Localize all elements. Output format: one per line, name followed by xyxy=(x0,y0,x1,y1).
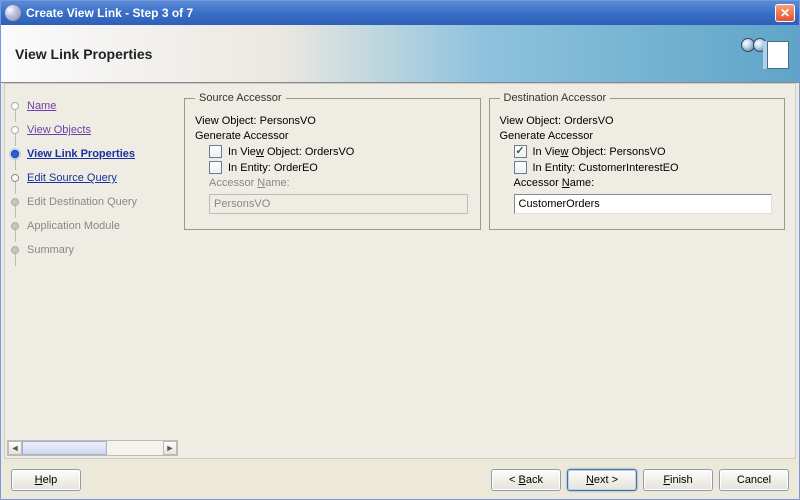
nav-scrollbar[interactable]: ◄ ► xyxy=(7,440,178,456)
titlebar[interactable]: Create View Link - Step 3 of 7 ✕ xyxy=(1,1,799,25)
checkbox-unchecked-icon[interactable] xyxy=(514,161,527,174)
close-icon: ✕ xyxy=(780,6,790,20)
finish-button[interactable]: Finish xyxy=(643,469,713,491)
source-accessor-group: Source Accessor View Object: PersonsVO G… xyxy=(184,92,481,230)
wizard-window: Create View Link - Step 3 of 7 ✕ View Li… xyxy=(0,0,800,500)
source-generate-label: Generate Accessor xyxy=(195,130,470,142)
close-button[interactable]: ✕ xyxy=(775,4,795,22)
destination-in-entity-row[interactable]: In Entity: CustomerInterestEO xyxy=(514,161,775,174)
scroll-thumb[interactable] xyxy=(22,441,107,455)
source-accessor-name-input xyxy=(209,194,468,214)
help-button[interactable]: Help xyxy=(11,469,81,491)
destination-in-view-object-row[interactable]: ✓ In View Object: PersonsVO xyxy=(514,145,775,158)
destination-accessor-name-label: Accessor Name: xyxy=(514,177,775,189)
footer: Help < Back Next > Finish Cancel xyxy=(1,461,799,499)
source-view-object-label: View Object: PersonsVO xyxy=(195,115,470,127)
main-panel: Source Accessor View Object: PersonsVO G… xyxy=(180,84,795,458)
checkbox-unchecked-icon[interactable] xyxy=(209,145,222,158)
scroll-track[interactable] xyxy=(22,441,163,455)
window-title: Create View Link - Step 3 of 7 xyxy=(26,6,193,20)
header-band: View Link Properties xyxy=(1,25,799,83)
back-button[interactable]: < Back xyxy=(491,469,561,491)
step-edit-source-query[interactable]: Edit Source Query xyxy=(11,166,174,190)
cancel-button[interactable]: Cancel xyxy=(719,469,789,491)
step-dot-icon xyxy=(11,174,19,182)
source-in-entity-label: In Entity: OrderEO xyxy=(228,162,318,174)
scroll-left-icon[interactable]: ◄ xyxy=(8,441,22,455)
source-legend: Source Accessor xyxy=(195,92,286,104)
source-in-entity-row[interactable]: In Entity: OrderEO xyxy=(209,161,470,174)
destination-in-view-object-label: In View Object: PersonsVO xyxy=(533,146,666,158)
step-dot-icon xyxy=(11,222,19,230)
step-summary: Summary xyxy=(11,238,174,262)
step-name[interactable]: Name xyxy=(11,94,174,118)
source-in-view-object-row[interactable]: In View Object: OrdersVO xyxy=(209,145,470,158)
source-accessor-name-label: Accessor Name: xyxy=(209,177,470,189)
header-graphic xyxy=(729,31,789,75)
step-view-link-properties[interactable]: View Link Properties xyxy=(11,142,174,166)
app-icon xyxy=(5,5,21,21)
source-in-view-object-label: In View Object: OrdersVO xyxy=(228,146,354,158)
page-title: View Link Properties xyxy=(15,46,152,62)
destination-view-object-label: View Object: OrdersVO xyxy=(500,115,775,127)
next-button[interactable]: Next > xyxy=(567,469,637,491)
step-dot-icon xyxy=(11,198,19,206)
destination-legend: Destination Accessor xyxy=(500,92,611,104)
step-edit-destination-query: Edit Destination Query xyxy=(11,190,174,214)
step-dot-icon xyxy=(11,246,19,254)
destination-in-entity-label: In Entity: CustomerInterestEO xyxy=(533,162,679,174)
document-icon xyxy=(767,41,789,69)
wizard-nav: Name View Objects View Link Properties E… xyxy=(5,84,180,458)
checkbox-checked-icon[interactable]: ✓ xyxy=(514,145,527,158)
step-dot-icon xyxy=(11,102,19,110)
checkbox-unchecked-icon[interactable] xyxy=(209,161,222,174)
step-dot-icon xyxy=(11,126,19,134)
destination-accessor-group: Destination Accessor View Object: Orders… xyxy=(489,92,786,230)
step-application-module: Application Module xyxy=(11,214,174,238)
destination-accessor-name-input[interactable] xyxy=(514,194,773,214)
step-view-objects[interactable]: View Objects xyxy=(11,118,174,142)
step-dot-icon xyxy=(11,150,19,158)
destination-generate-label: Generate Accessor xyxy=(500,130,775,142)
content-area: Name View Objects View Link Properties E… xyxy=(4,83,796,459)
scroll-right-icon[interactable]: ► xyxy=(163,441,177,455)
